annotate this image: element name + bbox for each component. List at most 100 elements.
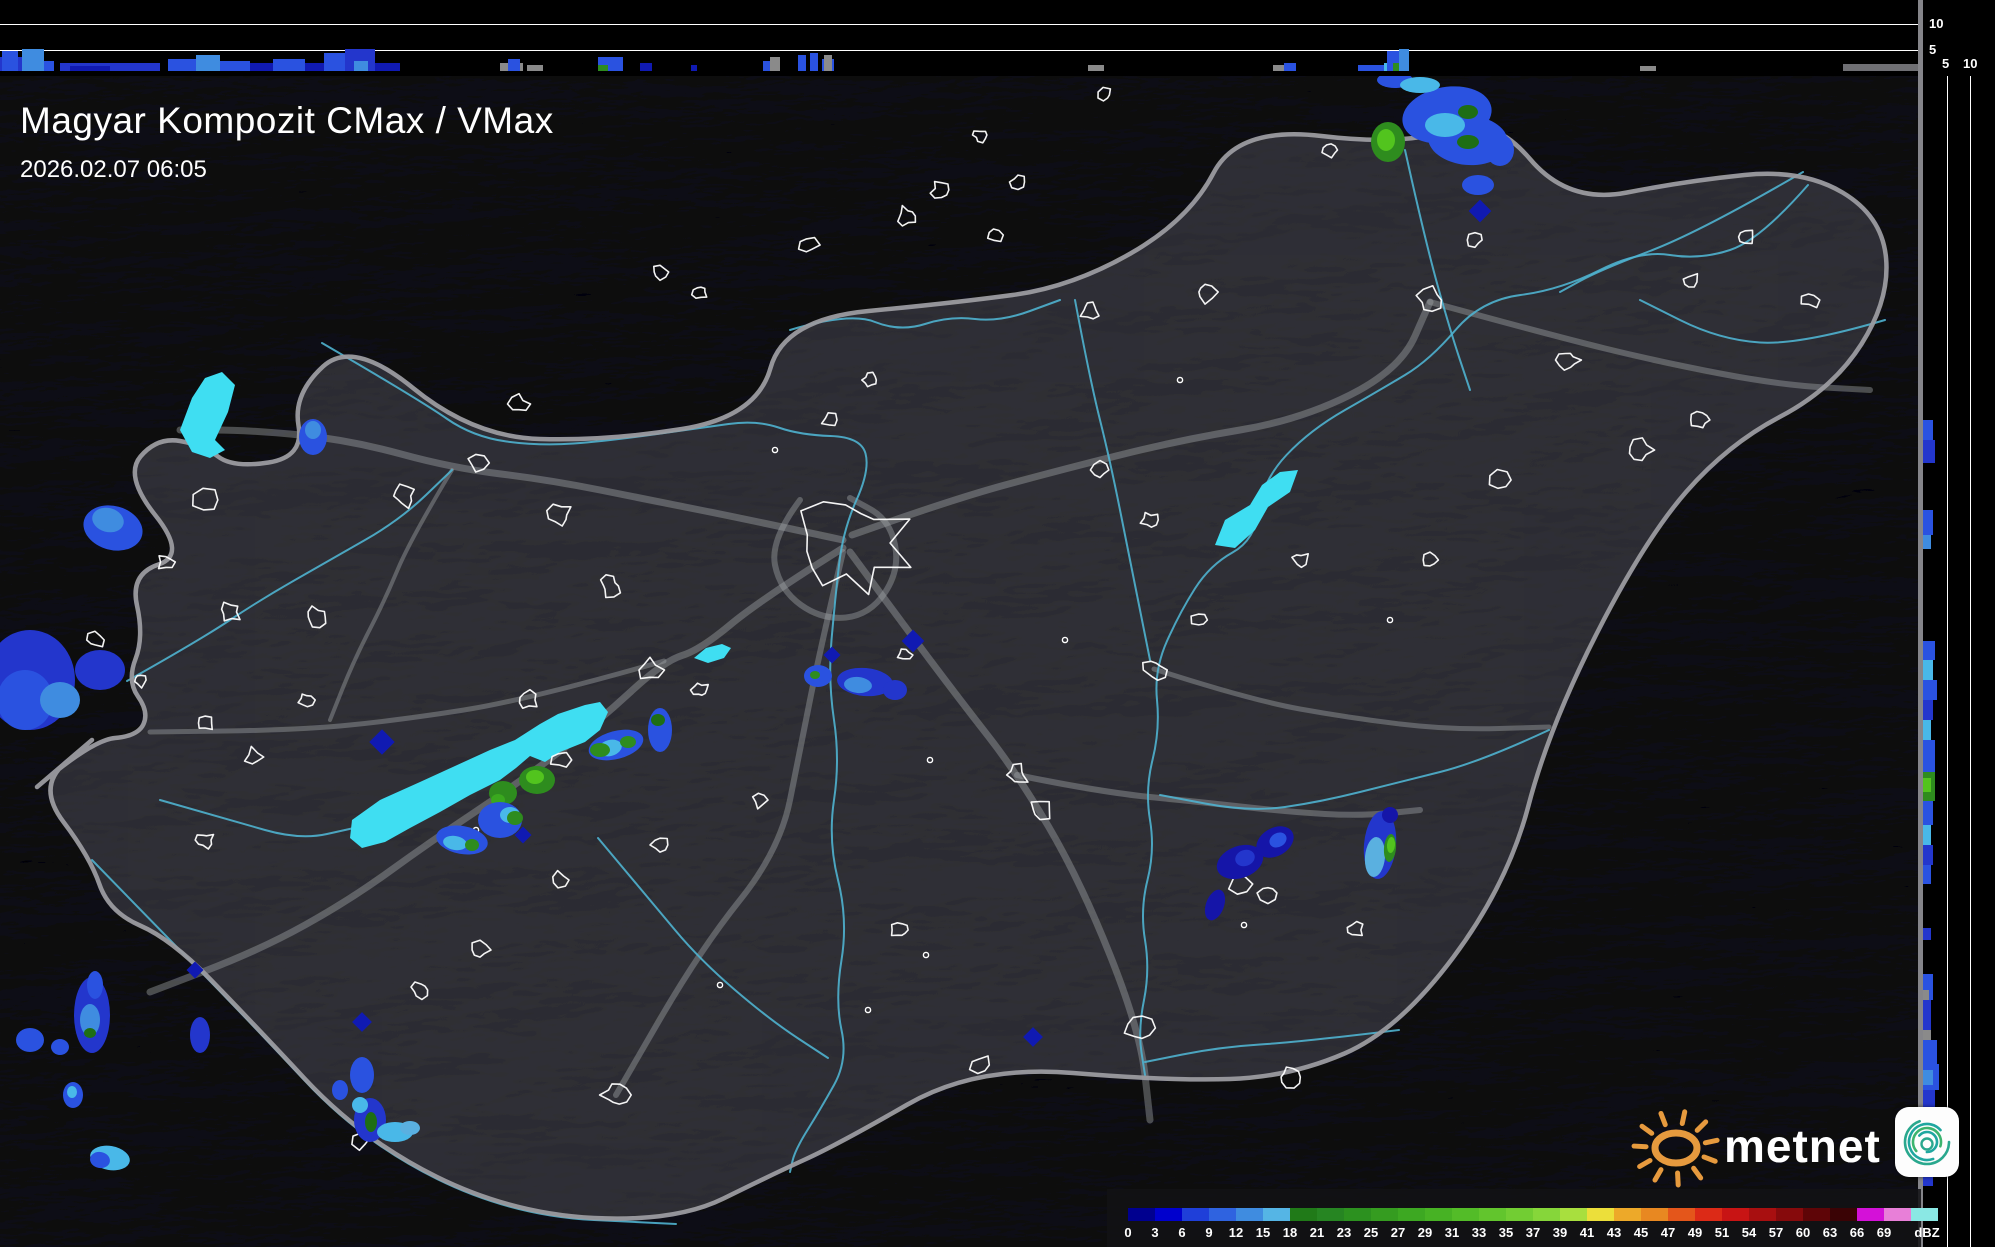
legend-segment: [1884, 1208, 1911, 1221]
legend-segment: [1830, 1208, 1857, 1221]
legend-tick-label: 31: [1444, 1225, 1460, 1240]
legend-segment: [1776, 1208, 1803, 1221]
header: Magyar Kompozit CMax / VMax 2026.02.07 0…: [20, 100, 554, 184]
legend-segment: [1209, 1208, 1236, 1221]
legend-tick-label: 66: [1849, 1225, 1865, 1240]
profile-echo-block: [1923, 778, 1931, 792]
profile-echo-block: [1284, 63, 1296, 71]
profile-echo-block: [691, 65, 697, 71]
legend-segment: [1560, 1208, 1587, 1221]
profile-echo-block: [810, 53, 818, 71]
radar-echo: [1377, 129, 1395, 151]
legend-tick-label: 43: [1606, 1225, 1622, 1240]
legend-segment: [1128, 1208, 1155, 1221]
legend-tick-label: 27: [1390, 1225, 1406, 1240]
legend-segment: [1749, 1208, 1776, 1221]
radar-echo: [40, 682, 80, 718]
legend-segment: [1236, 1208, 1263, 1221]
radar-echo: [526, 770, 544, 784]
radar-echo: [1462, 175, 1494, 195]
profile-echo-block: [1923, 641, 1935, 660]
legend-segment: [1425, 1208, 1452, 1221]
timestamp: 2026.02.07 06:05: [20, 156, 207, 183]
legend-segment: [1614, 1208, 1641, 1221]
radar-echo: [1425, 113, 1465, 137]
legend-segment: [1533, 1208, 1560, 1221]
legend-tick-label: 21: [1309, 1225, 1325, 1240]
profile-echo-block: [1923, 1030, 1931, 1040]
radar-echo: [87, 971, 103, 999]
legend-segment: [1371, 1208, 1398, 1221]
radar-echo: [67, 1086, 77, 1098]
legend-segment: [1263, 1208, 1290, 1221]
right-profile-strip: [1923, 76, 1995, 1247]
radar-echo: [590, 743, 610, 757]
profile-echo-block: [1923, 928, 1931, 940]
radar-echo: [1486, 134, 1514, 166]
radar-echo: [651, 714, 665, 726]
legend-tick-label: 25: [1363, 1225, 1379, 1240]
profile-echo-block: [1923, 1070, 1933, 1085]
legend-tick-label: 45: [1633, 1225, 1649, 1240]
legend-color-bar: [1128, 1208, 1938, 1221]
legend-segment: [1722, 1208, 1749, 1221]
radar-echo: [51, 1039, 69, 1055]
profile-echo-block: [824, 55, 832, 71]
legend-tick-label: 35: [1498, 1225, 1514, 1240]
legend-segment: [1668, 1208, 1695, 1221]
radar-echo: [400, 1121, 420, 1135]
top-profile-strip: [0, 0, 1995, 76]
radar-echo: [1400, 77, 1440, 93]
radar-composite-view: 10 5 5 10 Magyar Kompozit CMax / VMax 20…: [0, 0, 1995, 1247]
legend-tick-label: 9: [1205, 1225, 1213, 1240]
profile-echo-block: [1923, 801, 1933, 825]
legend-segment: [1398, 1208, 1425, 1221]
profile-echo-block: [1358, 65, 1386, 71]
legend-tick-label: 23: [1336, 1225, 1352, 1240]
radar-echo: [1382, 807, 1398, 823]
profile-echo-block: [1843, 64, 1920, 71]
profile-echo-block: [1923, 845, 1933, 865]
legend-tick-label: 12: [1228, 1225, 1244, 1240]
height-gridline-5km-side: [1947, 76, 1948, 1247]
legend-tick-label: 0: [1124, 1225, 1132, 1240]
legend-segment: [1317, 1208, 1344, 1221]
profile-echo-block: [527, 65, 543, 71]
profile-echo-block: [305, 63, 324, 71]
profile-echo-block: [273, 59, 305, 71]
legend-tick-label: 6: [1178, 1225, 1186, 1240]
profile-echo-block: [770, 57, 780, 71]
legend-tick-label: 37: [1525, 1225, 1541, 1240]
metnet-logo-text: metnet: [1724, 1120, 1881, 1172]
side-axis-label-10km: 10: [1963, 56, 1978, 71]
radar-echo: [305, 421, 321, 439]
legend-tick-label: 47: [1660, 1225, 1676, 1240]
profile-echo-block: [1923, 1000, 1931, 1030]
legend-tick-label: 3: [1151, 1225, 1159, 1240]
legend-segment: [1506, 1208, 1533, 1221]
profile-echo-block: [1923, 865, 1931, 884]
profile-echo-block: [22, 49, 44, 71]
legend-segment: [1695, 1208, 1722, 1221]
radar-echo: [365, 1112, 377, 1132]
profile-echo-block: [354, 61, 368, 71]
profile-echo-block: [375, 63, 400, 71]
legend-tick-label: 18: [1282, 1225, 1298, 1240]
side-axis-label-5km: 5: [1942, 56, 1950, 71]
legend-segment: [1587, 1208, 1614, 1221]
legend-tick-label: 69: [1876, 1225, 1892, 1240]
profile-echo-block: [1088, 65, 1104, 71]
profile-echo-block: [70, 66, 110, 71]
profile-echo-block: [1923, 740, 1935, 772]
legend-tick-label: 29: [1417, 1225, 1433, 1240]
legend-tick-label: 49: [1687, 1225, 1703, 1240]
height-gridline-10km-side: [1970, 76, 1971, 1247]
legend-segment: [1155, 1208, 1182, 1221]
radar-echo: [507, 811, 523, 825]
legend-segment: [1344, 1208, 1371, 1221]
profile-echo-block: [1923, 990, 1929, 1000]
profile-echo-block: [2, 51, 18, 71]
legend-tick-label: 60: [1795, 1225, 1811, 1240]
radar-echo: [810, 671, 820, 679]
legend-tick-label: 33: [1471, 1225, 1487, 1240]
